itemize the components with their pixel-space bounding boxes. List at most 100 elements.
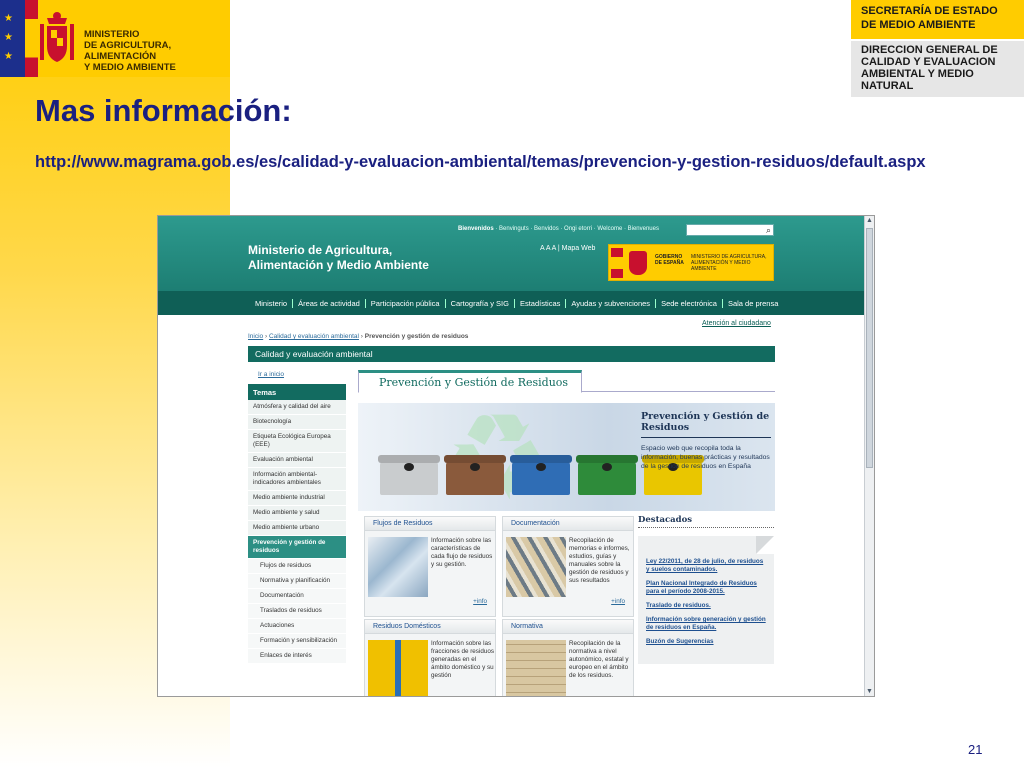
vertical-scrollbar[interactable]: ▲ ▼ — [864, 216, 874, 696]
card-description: Recopilación de la normativa a nivel aut… — [569, 640, 629, 679]
card-image — [506, 640, 566, 696]
sidebar-item[interactable]: Normativa y planificación — [248, 574, 346, 589]
breadcrumb: Inicio › Calidad y evaluación ambiental … — [248, 333, 469, 340]
card-description: Información sobre las fracciones de resi… — [431, 640, 495, 679]
website-screenshot: Bienvenidos · Benvinguts · Benvidos · On… — [157, 215, 875, 697]
nav-item[interactable]: Estadísticas — [515, 298, 567, 308]
site-title-line: Ministerio de Agricultura, — [248, 243, 393, 257]
destacado-link[interactable]: Plan Nacional Integrado de Residuos para… — [646, 580, 766, 596]
site-title: Ministerio de Agricultura, Alimentación … — [248, 243, 429, 273]
hero-banner: ♻ Prevención y Gestión de Residuos Espac… — [358, 403, 775, 511]
welcome-bold: Bienvenidos — [458, 226, 494, 232]
destacado-link[interactable]: Ley 22/2011, de 28 de julio, de residuos… — [646, 558, 766, 574]
breadcrumb-current: Prevención y gestión de residuos — [364, 333, 469, 340]
scroll-up-icon[interactable]: ▲ — [866, 217, 873, 224]
coat-of-arms-icon — [40, 12, 74, 62]
slide-title: Mas información: — [35, 93, 292, 128]
tab-prevencion[interactable]: Prevención y Gestión de Residuos — [358, 370, 582, 393]
flag-icon — [611, 248, 623, 278]
destacado-link[interactable]: Información sobre generación y gestión d… — [646, 616, 766, 632]
bin-icon — [578, 461, 636, 495]
sidebar-item[interactable]: Enlaces de interés — [248, 649, 346, 664]
eu-flag: ★ ★ ★ — [0, 0, 25, 77]
sidebar-item[interactable]: Prevención y gestión de residuos — [248, 536, 346, 559]
topic-card: Flujos de Residuos Información sobre las … — [364, 516, 496, 617]
scroll-down-icon[interactable]: ▼ — [866, 688, 873, 695]
card-description: Información sobre las características de… — [431, 537, 493, 568]
welcome-rest: · Benvinguts · Benvidos · Ongi etorri · … — [493, 226, 659, 232]
gobierno-text: GOBIERNO DE ESPAÑA — [655, 254, 684, 266]
destacados-title: Destacados — [638, 515, 774, 528]
nav-item[interactable]: Ministerio — [250, 298, 294, 308]
banner-description: Espacio web que recopila toda la informa… — [641, 445, 770, 470]
sidebar-item[interactable]: Formación y sensibilización — [248, 634, 346, 649]
destacados-panel: Destacados Ley 22/2011, de 28 de julio, … — [638, 515, 774, 667]
ministerio-text: MINISTERIO DE AGRICULTURA, ALIMENTACIÓN … — [691, 254, 767, 272]
temas-heading: Temas — [248, 384, 346, 400]
sidebar: Ir a inicio Temas Atmósfera y calidad de… — [248, 371, 346, 696]
nav-item[interactable]: Áreas de actividad — [293, 298, 366, 308]
site-header: Bienvenidos · Benvinguts · Benvidos · On… — [158, 216, 866, 291]
secretaria-label: SECRETARÍA DE ESTADO DE MEDIO AMBIENTE — [851, 0, 1024, 39]
page-fold-icon — [756, 536, 774, 554]
breadcrumb-calidad[interactable]: Calidad y evaluación ambiental — [269, 333, 359, 340]
nav-item[interactable]: Participación pública — [366, 298, 446, 308]
sidebar-item[interactable]: Información ambiental- indicadores ambie… — [248, 468, 346, 491]
gobierno-logo: GOBIERNO DE ESPAÑA MINISTERIO DE AGRICUL… — [608, 244, 774, 281]
font-size-controls[interactable]: A A A | Mapa Web — [540, 245, 595, 252]
card-image — [368, 537, 428, 597]
bin-icon — [446, 461, 504, 495]
topic-card: Residuos Domésticos Información sobre las… — [364, 619, 496, 696]
card-more-link[interactable]: +info — [473, 598, 487, 605]
info-url-link[interactable]: http://www.magrama.gob.es/es/calidad-y-e… — [35, 152, 985, 173]
nav-item[interactable]: Cartografía y SIG — [446, 298, 515, 308]
ministry-name: MINISTERIO DE AGRICULTURA, ALIMENTACIÓN … — [84, 29, 224, 73]
destacado-link[interactable]: Buzón de Sugerencias — [646, 638, 766, 646]
card-title[interactable]: Documentación — [503, 517, 633, 531]
card-image — [506, 537, 566, 597]
sidebar-item[interactable]: Actuaciones — [248, 619, 346, 634]
logo-line: DE AGRICULTURA, ALIMENTACIÓN — [84, 40, 172, 62]
bin-icon — [380, 461, 438, 495]
card-title[interactable]: Normativa — [503, 620, 633, 634]
breadcrumb-inicio[interactable]: Inicio — [248, 333, 263, 340]
scroll-thumb[interactable] — [866, 228, 873, 468]
direccion-label: DIRECCION GENERAL DE CALIDAD Y EVALUACIO… — [851, 39, 1024, 97]
section-title: Calidad y evaluación ambiental — [248, 346, 775, 362]
spain-flag-stripe — [25, 0, 38, 77]
page-number: 21 — [968, 742, 983, 757]
site-title-line: Alimentación y Medio Ambiente — [248, 258, 429, 272]
logo-line: MINISTERIO — [84, 29, 140, 40]
topic-card: Normativa Recopilación de la normativa a … — [502, 619, 634, 696]
sidebar-item[interactable]: Medio ambiente industrial — [248, 491, 346, 506]
welcome-languages: Bienvenidos · Benvinguts · Benvidos · On… — [458, 226, 659, 232]
banner-title: Prevención y Gestión de Residuos — [641, 411, 771, 438]
main-nav: Ministerio Áreas de actividad Participació… — [158, 291, 866, 315]
atencion-ciudadano-link[interactable]: Atención al ciudadano — [702, 320, 771, 327]
card-image — [368, 640, 428, 696]
logo-line: Y MEDIO AMBIENTE — [84, 62, 176, 73]
destacado-link[interactable]: Traslado de residuos. — [646, 602, 766, 610]
sidebar-item[interactable]: Traslados de residuos — [248, 604, 346, 619]
sidebar-item[interactable]: Evaluación ambiental — [248, 453, 346, 468]
ir-inicio-link[interactable]: Ir a inicio — [248, 371, 346, 384]
sidebar-item[interactable]: Medio ambiente urbano — [248, 521, 346, 536]
nav-item[interactable]: Ayudas y subvenciones — [566, 298, 657, 308]
bin-icon — [512, 461, 570, 495]
card-title[interactable]: Flujos de Residuos — [365, 517, 495, 531]
banner-text: Prevención y Gestión de Residuos Espacio… — [641, 411, 771, 471]
nav-item[interactable]: Sala de prensa — [723, 299, 783, 308]
card-title[interactable]: Residuos Domésticos — [365, 620, 495, 634]
destacados-list: Ley 22/2011, de 28 de julio, de residuos… — [638, 536, 774, 664]
card-description: Recopilación de memorias e informes, est… — [569, 537, 630, 584]
site-search-input[interactable]: ⌕ — [686, 224, 774, 236]
sidebar-item[interactable]: Flujos de residuos — [248, 559, 346, 574]
sidebar-item[interactable]: Biotecnología — [248, 415, 346, 430]
sidebar-item[interactable]: Atmósfera y calidad del aire — [248, 400, 346, 415]
sidebar-item[interactable]: Documentación — [248, 589, 346, 604]
nav-item[interactable]: Sede electrónica — [656, 298, 723, 308]
search-icon[interactable]: ⌕ — [766, 225, 771, 235]
card-more-link[interactable]: +info — [611, 598, 625, 605]
sidebar-item[interactable]: Etiqueta Ecológica Europea (EEE) — [248, 430, 346, 453]
sidebar-item[interactable]: Medio ambiente y salud — [248, 506, 346, 521]
